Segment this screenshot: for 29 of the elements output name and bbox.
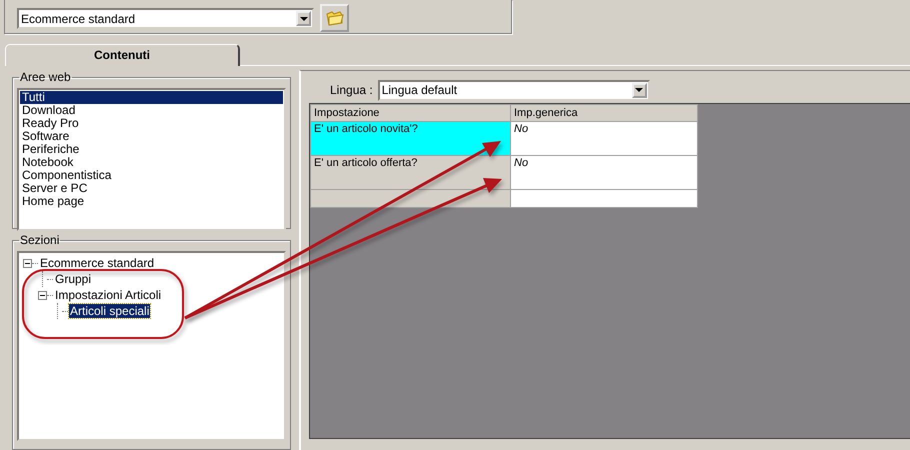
folder-button[interactable] bbox=[320, 4, 349, 32]
group-label: Sezioni bbox=[19, 233, 60, 247]
table-cell: No bbox=[510, 122, 698, 156]
group-label: Aree web bbox=[19, 70, 72, 84]
column-header[interactable]: Impostazione bbox=[310, 104, 510, 122]
tree-item[interactable]: Ecommerce standard bbox=[39, 256, 156, 270]
table-cell: No bbox=[510, 156, 698, 190]
language-dropdown[interactable]: Lingua default bbox=[378, 80, 650, 100]
column-header[interactable]: Imp.generica bbox=[510, 104, 698, 122]
list-item[interactable]: Periferiche bbox=[20, 143, 283, 156]
tab[interactable]: Contenuti bbox=[5, 44, 240, 66]
tree-item[interactable]: Impostazioni Articoli bbox=[54, 288, 162, 302]
list-item[interactable]: Notebook bbox=[20, 156, 283, 169]
list-item[interactable]: Server e PC bbox=[20, 182, 283, 195]
list-item[interactable]: Home page bbox=[20, 195, 283, 208]
language-label: Lingua : bbox=[330, 83, 373, 97]
table-cell: E' un articolo offerta? bbox=[310, 156, 510, 190]
expander-icon[interactable] bbox=[38, 290, 47, 300]
tree-item[interactable]: Gruppi bbox=[54, 272, 92, 286]
folder-icon bbox=[326, 10, 344, 26]
list-item[interactable]: Software bbox=[20, 130, 283, 143]
table-cell: E' un articolo novita'? bbox=[310, 122, 510, 156]
list-item[interactable]: Componentistica bbox=[20, 169, 283, 182]
list-item[interactable]: Download bbox=[20, 104, 283, 117]
template-dropdown[interactable]: Ecommerce standard bbox=[17, 8, 314, 29]
list-item[interactable]: Ready Pro bbox=[20, 117, 283, 130]
expander-icon[interactable] bbox=[23, 258, 32, 268]
tree-item[interactable]: Articoli speciali bbox=[69, 304, 150, 318]
list-item[interactable]: Tutti bbox=[20, 91, 283, 104]
